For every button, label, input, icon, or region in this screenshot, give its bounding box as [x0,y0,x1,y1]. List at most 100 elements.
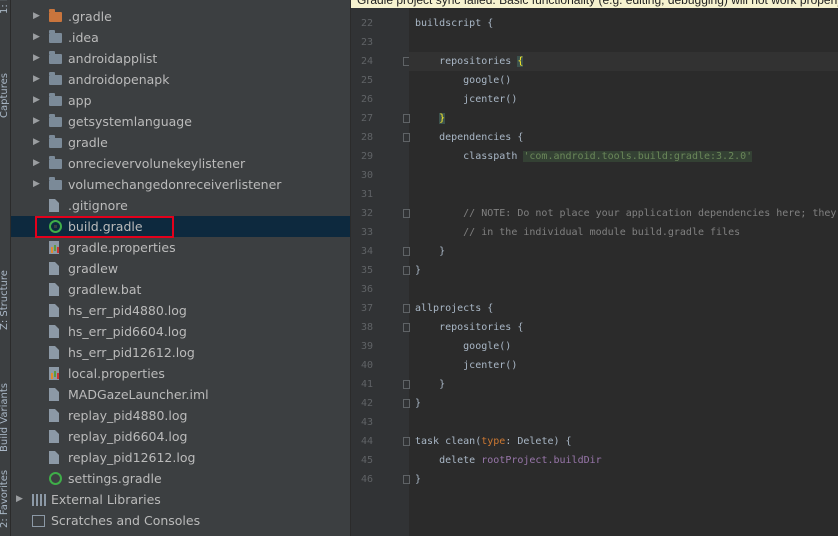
code-editor[interactable]: Gradle project sync failed. Basic functi… [351,0,838,536]
folder-icon [49,93,62,106]
code-line: dependencies { [415,132,523,143]
tree-item-label: androidopenapk [68,72,170,87]
code-token: } [415,398,422,409]
library-icon [32,494,46,506]
fold-marker-icon[interactable] [403,399,410,408]
tree-item[interactable]: ▶ getsystemlanguage [11,111,350,132]
tree-item[interactable]: hs_err_pid6604.log [11,321,350,342]
line-number: 27 [360,113,373,124]
tree-item-label: volumechangedonreceiverlistener [68,177,282,192]
file-icon [49,388,59,401]
code-token: allprojects { [415,303,494,314]
tree-item[interactable]: replay_pid6604.log [11,426,350,447]
expand-arrow-icon[interactable]: ▶ [33,174,43,195]
expand-arrow-icon[interactable]: ▶ [33,153,43,174]
tree-item[interactable]: replay_pid4880.log [11,405,350,426]
tree-item[interactable]: gradlew [11,258,350,279]
tree-item-label: hs_err_pid4880.log [68,303,187,318]
tree-item[interactable]: ▶ External Libraries [11,489,350,510]
tree-item-label: getsystemlanguage [68,114,192,129]
tree-item[interactable]: ▶ gradle [11,132,350,153]
tree-item-label: hs_err_pid12612.log [68,345,195,360]
line-number: 44 [360,436,373,447]
expand-arrow-icon[interactable]: ▶ [33,132,43,153]
tree-item-label: settings.gradle [68,471,162,486]
line-number: 40 [360,360,373,371]
folder-icon [49,156,62,169]
properties-icon [49,367,59,380]
tree-item[interactable]: .gitignore [11,195,350,216]
fold-marker-icon[interactable] [403,133,410,142]
tree-item[interactable]: ▶ .gradle [11,6,350,27]
fold-marker-icon[interactable] [403,247,410,256]
fold-marker-icon[interactable] [403,209,410,218]
expand-arrow-icon[interactable]: ▶ [33,27,43,48]
fold-marker-icon[interactable] [403,114,410,123]
highlight-box [35,216,174,238]
tree-item[interactable]: local.properties [11,363,350,384]
line-number: 32 [360,208,373,219]
line-number: 30 [360,170,373,181]
code-token: google() [415,341,512,352]
tree-item-label: gradle [68,135,108,150]
fold-marker-icon[interactable] [403,266,410,275]
side-tab-5[interactable]: 2: Favorites [0,470,10,528]
tree-item[interactable]: ▶ .idea [11,27,350,48]
properties-icon [49,241,59,254]
folder-orange-icon [49,9,62,22]
line-number: 25 [360,75,373,86]
tree-item[interactable]: settings.gradle [11,468,350,489]
tree-item[interactable]: hs_err_pid12612.log [11,342,350,363]
side-tab-3[interactable]: Z: Structure [0,270,10,330]
project-tree[interactable]: ▶ .gradle ▶ .idea ▶ androidapplist ▶ androidope… [11,0,350,536]
tree-item[interactable]: ▶ app [11,90,350,111]
code-token: jcenter() [415,94,518,105]
fold-marker-icon[interactable] [403,437,410,446]
line-number: 46 [360,474,373,485]
tree-item-label: local.properties [68,366,165,381]
expand-arrow-icon[interactable]: ▶ [16,489,26,510]
file-icon [49,304,59,317]
side-tab-4[interactable]: Build Variants [0,383,10,452]
tree-item[interactable]: ▶ androidopenapk [11,69,350,90]
tree-item-label: .gitignore [68,198,128,213]
fold-marker-icon[interactable] [403,304,410,313]
tree-item[interactable]: ▶ volumechangedonreceiverlistener [11,174,350,195]
fold-marker-icon[interactable] [403,475,410,484]
code-line: classpath 'com.android.tools.build:gradl… [415,151,753,162]
code-token: dependencies { [415,132,524,143]
side-tab-1[interactable]: 1: Project [0,0,10,14]
tree-item[interactable]: ▶ androidapplist [11,48,350,69]
expand-arrow-icon[interactable]: ▶ [33,90,43,111]
tree-item[interactable]: hs_err_pid4880.log [11,300,350,321]
code-token: } [415,246,446,257]
code-line: repositories { [415,322,523,333]
expand-arrow-icon[interactable]: ▶ [33,48,43,69]
code-token: type [481,436,506,447]
line-number: 29 [360,151,373,162]
tree-item-label: androidapplist [68,51,158,66]
fold-marker-icon[interactable] [403,323,410,332]
tree-item[interactable]: replay_pid12612.log [11,447,350,468]
line-number: 28 [360,132,373,143]
line-number: 22 [360,18,373,29]
tree-item[interactable]: Scratches and Consoles [11,510,350,531]
expand-arrow-icon[interactable]: ▶ [33,69,43,90]
line-number: 41 [360,379,373,390]
code-token: : Delete) { [505,436,572,447]
tree-item[interactable]: gradle.properties [11,237,350,258]
line-number: 39 [360,341,373,352]
tree-item-label: app [68,93,92,108]
line-number: 34 [360,246,373,257]
code-line: repositories { [415,56,524,67]
expand-arrow-icon[interactable]: ▶ [33,6,43,27]
file-icon [49,409,59,422]
expand-arrow-icon[interactable]: ▶ [33,111,43,132]
side-tab-2[interactable]: Captures [0,73,10,118]
fold-marker-icon[interactable] [403,380,410,389]
line-number: 37 [360,303,373,314]
tree-item[interactable]: MADGazeLauncher.iml [11,384,350,405]
code-token: 'com.android.tools.build:gradle:3.2.0' [523,151,753,162]
tree-item[interactable]: ▶ onrecievervolunekeylistener [11,153,350,174]
tree-item[interactable]: gradlew.bat [11,279,350,300]
